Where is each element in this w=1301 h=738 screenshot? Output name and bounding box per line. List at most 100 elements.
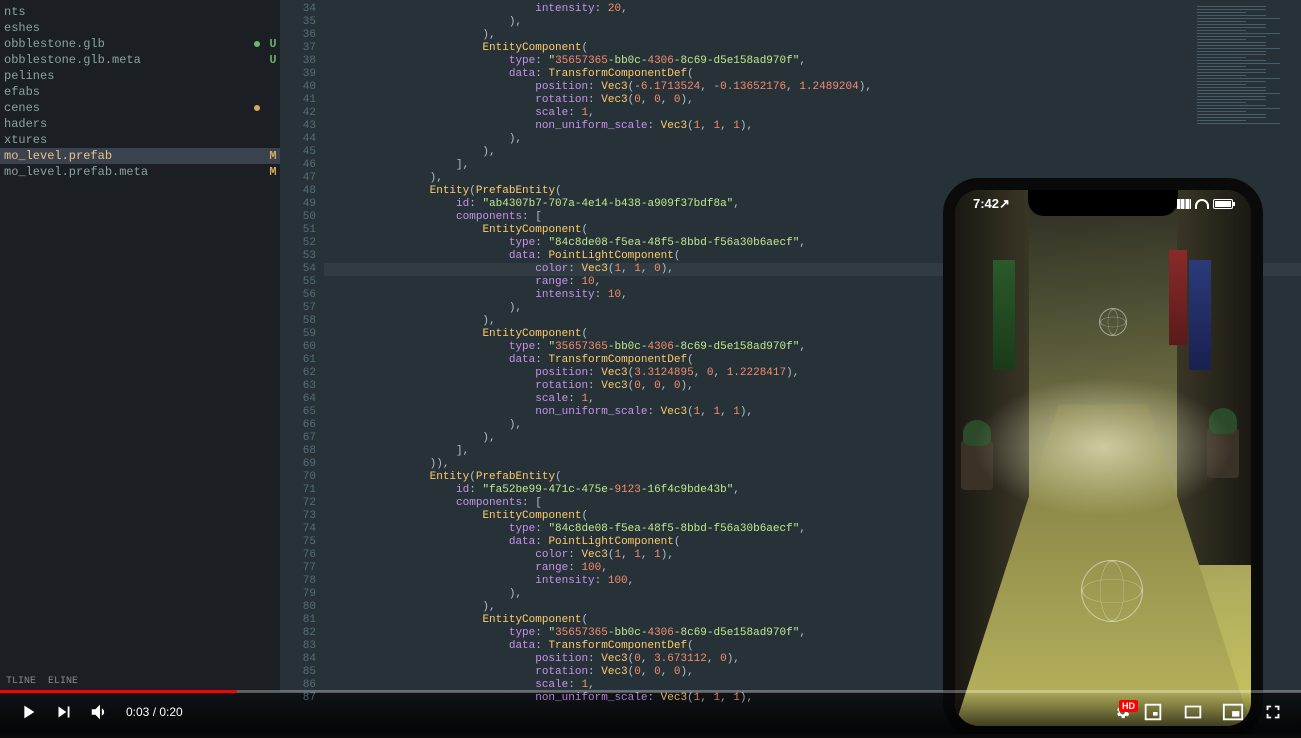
code-line[interactable]: ), [324, 29, 1301, 42]
line-number: 66 [280, 419, 324, 432]
file-tree-item[interactable]: nts [0, 4, 280, 20]
line-number: 80 [280, 601, 324, 614]
progress-bar[interactable] [0, 690, 1301, 693]
progress-fill [0, 690, 237, 693]
code-line[interactable]: intensity: 20, [324, 3, 1301, 16]
battery-icon [1213, 199, 1233, 209]
line-number: 53 [280, 250, 324, 263]
miniplayer-button[interactable] [1135, 694, 1171, 730]
line-number: 41 [280, 94, 324, 107]
file-tree-item[interactable]: eshes [0, 20, 280, 36]
line-number: 84 [280, 653, 324, 666]
file-explorer-sidebar: ntseshesobblestone.glbUobblestone.glb.me… [0, 0, 280, 692]
line-number: 37 [280, 42, 324, 55]
line-number: 39 [280, 68, 324, 81]
screenshot-scene: ntseshesobblestone.glbUobblestone.glb.me… [0, 0, 1301, 734]
file-tree-item[interactable]: mo_level.prefabM [0, 148, 280, 164]
line-number: 85 [280, 666, 324, 679]
line-number: 69 [280, 458, 324, 471]
line-number: 38 [280, 55, 324, 68]
line-number: 73 [280, 510, 324, 523]
signal-icon [1177, 199, 1191, 209]
file-tree-label: mo_level.prefab.meta [4, 165, 266, 179]
line-number: 70 [280, 471, 324, 484]
line-number: 54 [280, 263, 324, 276]
file-tree-item[interactable]: mo_level.prefab.metaM [0, 164, 280, 180]
code-line[interactable]: ), [324, 16, 1301, 29]
line-number: 72 [280, 497, 324, 510]
file-tree-label: efabs [4, 85, 266, 99]
file-tree-item[interactable]: cenes [0, 100, 280, 116]
line-number: 46 [280, 159, 324, 172]
file-tree-item[interactable]: xtures [0, 132, 280, 148]
line-number: 36 [280, 29, 324, 42]
line-number: 61 [280, 354, 324, 367]
line-number: 42 [280, 107, 324, 120]
line-number: 79 [280, 588, 324, 601]
line-number: 48 [280, 185, 324, 198]
settings-button[interactable]: HD [1095, 694, 1131, 730]
code-line[interactable]: EntityComponent( [324, 42, 1301, 55]
phone-time: 7:42 [973, 196, 999, 211]
status-dot-icon [254, 105, 260, 111]
file-tree-item[interactable]: efabs [0, 84, 280, 100]
code-line[interactable]: non_uniform_scale: Vec3(1, 1, 1), [324, 120, 1301, 133]
line-number: 47 [280, 172, 324, 185]
wifi-icon [1195, 199, 1209, 209]
phone-status-bar: 7:42↗ [955, 196, 1251, 212]
bottom-tab-1[interactable]: TLINE [0, 671, 42, 692]
volume-button[interactable] [82, 694, 118, 730]
theater-button[interactable] [1175, 694, 1211, 730]
code-line[interactable]: data: TransformComponentDef( [324, 68, 1301, 81]
line-number: 64 [280, 393, 324, 406]
code-line[interactable]: ), [324, 133, 1301, 146]
file-tree-item[interactable]: obblestone.glbU [0, 36, 280, 52]
video-player-controls: 0:03 / 0:20 HD [0, 690, 1301, 734]
code-line[interactable]: rotation: Vec3(0, 0, 0), [324, 94, 1301, 107]
file-tree-label: xtures [4, 133, 266, 147]
line-number: 40 [280, 81, 324, 94]
line-number: 63 [280, 380, 324, 393]
line-number: 34 [280, 3, 324, 16]
code-line[interactable]: scale: 1, [324, 107, 1301, 120]
file-tree-label: obblestone.glb [4, 37, 254, 51]
phone-screen [955, 190, 1251, 726]
line-number: 77 [280, 562, 324, 575]
line-number: 57 [280, 302, 324, 315]
line-number: 59 [280, 328, 324, 341]
line-number: 55 [280, 276, 324, 289]
file-tree-label: haders [4, 117, 266, 131]
file-tree-item[interactable]: haders [0, 116, 280, 132]
line-number: 58 [280, 315, 324, 328]
file-tree-item[interactable]: pelines [0, 68, 280, 84]
line-number: 74 [280, 523, 324, 536]
code-line[interactable]: ), [324, 146, 1301, 159]
file-tree-label: nts [4, 5, 266, 19]
code-line[interactable]: position: Vec3(-6.1713524, -0.13652176, … [324, 81, 1301, 94]
line-number: 60 [280, 341, 324, 354]
code-line[interactable]: ], [324, 159, 1301, 172]
line-number: 62 [280, 367, 324, 380]
next-button[interactable] [46, 694, 82, 730]
line-number: 49 [280, 198, 324, 211]
line-number: 35 [280, 16, 324, 29]
file-tree-label: mo_level.prefab [4, 149, 266, 163]
file-tree-label: eshes [4, 21, 266, 35]
file-tree-label: obblestone.glb.meta [4, 53, 266, 67]
line-number: 81 [280, 614, 324, 627]
vcs-badge: M [266, 149, 280, 163]
line-number: 71 [280, 484, 324, 497]
play-button[interactable] [10, 694, 46, 730]
vcs-badge: M [266, 165, 280, 179]
line-number: 56 [280, 289, 324, 302]
file-tree-item[interactable]: obblestone.glb.metaU [0, 52, 280, 68]
line-number: 45 [280, 146, 324, 159]
bottom-tab-2[interactable]: ELINE [42, 671, 84, 692]
file-tree-label: cenes [4, 101, 254, 115]
code-line[interactable]: type: "35657365-bb0c-4306-8c69-d5e158ad9… [324, 55, 1301, 68]
location-icon: ↗ [999, 196, 1010, 211]
vcs-badge: U [266, 53, 280, 67]
line-number-gutter: 3435363738394041424344454647484950515253… [280, 0, 324, 692]
fullscreen-button[interactable] [1255, 694, 1291, 730]
pip-button[interactable] [1215, 694, 1251, 730]
